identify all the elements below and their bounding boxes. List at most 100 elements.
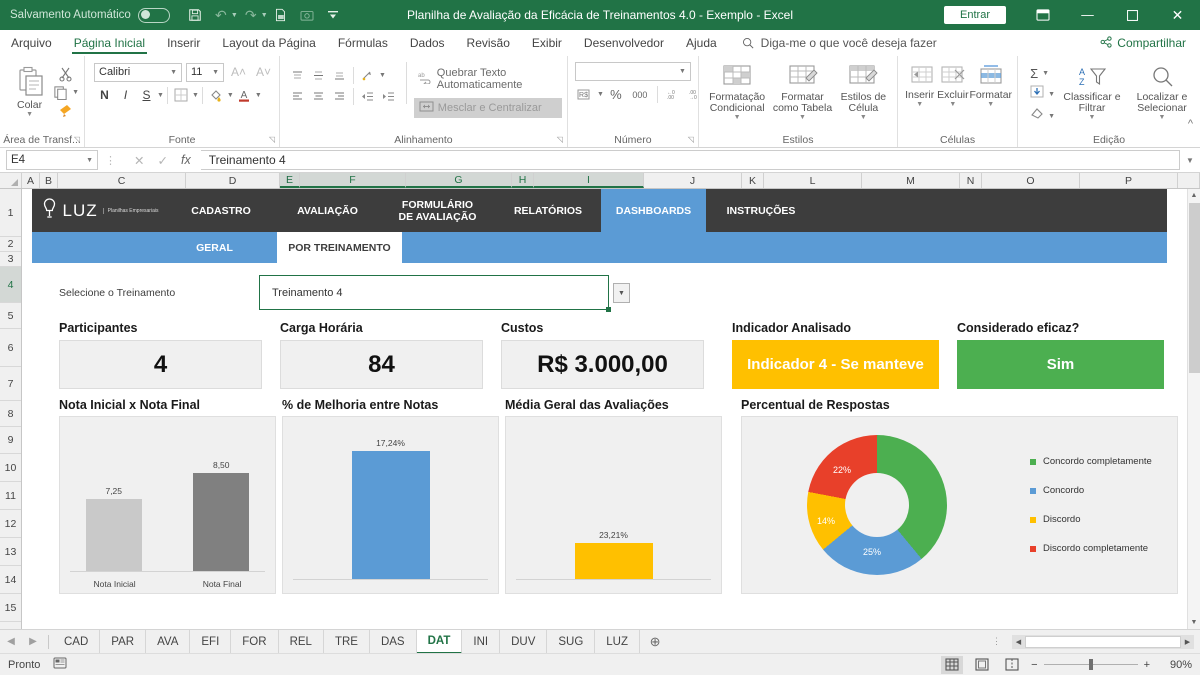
chart-percentual-de-respostas[interactable]: Percentual de Respostas 39% 25% 14% 22% bbox=[741, 398, 1178, 594]
collapse-ribbon-icon[interactable]: ^ bbox=[1188, 118, 1193, 130]
row-header-15[interactable]: 15 bbox=[0, 594, 21, 622]
page-layout-view-icon[interactable] bbox=[971, 656, 993, 674]
column-header-H[interactable]: H bbox=[512, 173, 534, 188]
borders-icon[interactable] bbox=[171, 85, 192, 105]
horizontal-scroll-thumb[interactable] bbox=[1025, 636, 1181, 648]
formula-input[interactable]: Treinamento 4 bbox=[201, 150, 1180, 170]
nav-item-formulario-de-avaliacao[interactable]: FORMULÁRIO DE AVALIAÇÃO bbox=[380, 189, 495, 232]
cancel-entry-icon[interactable]: ✕ bbox=[134, 153, 144, 168]
borders-chevron-down-icon[interactable]: ▼ bbox=[192, 92, 199, 99]
save-icon[interactable] bbox=[182, 3, 208, 27]
row-header-1[interactable]: 1 bbox=[0, 189, 21, 237]
orientation-chevron-down-icon[interactable]: ▼ bbox=[379, 72, 386, 79]
copy-icon[interactable] bbox=[53, 85, 68, 100]
sheet-tab-for[interactable]: FOR bbox=[231, 630, 278, 654]
align-center-icon[interactable] bbox=[308, 87, 328, 106]
sheet-tab-par[interactable]: PAR bbox=[100, 630, 146, 654]
select-all-corner[interactable] bbox=[0, 173, 22, 188]
column-header-L[interactable]: L bbox=[764, 173, 862, 188]
bold-button[interactable]: N bbox=[94, 85, 115, 105]
scroll-split-grip[interactable]: ⋮ bbox=[982, 636, 1012, 647]
paste-button[interactable]: Colar ▼ bbox=[8, 62, 51, 118]
training-selector-chevron-down-icon[interactable]: ▼ bbox=[613, 283, 630, 303]
font-color-icon[interactable]: A bbox=[234, 85, 255, 105]
sheet-tab-cad[interactable]: CAD bbox=[53, 630, 100, 654]
find-select-button[interactable]: Localizar e Selecionar ▼ bbox=[1129, 62, 1195, 121]
cell-styles-chevron-down-icon[interactable]: ▼ bbox=[860, 114, 867, 121]
align-middle-icon[interactable] bbox=[308, 66, 328, 85]
nav-item-dashboards[interactable]: DASHBOARDS bbox=[601, 189, 706, 232]
column-header-A[interactable]: A bbox=[22, 173, 40, 188]
insert-function-icon[interactable]: fx bbox=[181, 153, 191, 167]
macro-record-icon[interactable] bbox=[53, 657, 67, 672]
number-format-select[interactable]: ▼ bbox=[575, 62, 691, 81]
conditional-formatting-chevron-down-icon[interactable]: ▼ bbox=[734, 114, 741, 121]
ribbon-display-options-icon[interactable] bbox=[1020, 0, 1065, 30]
page-break-view-icon[interactable] bbox=[1001, 656, 1023, 674]
expand-formula-bar-icon[interactable]: ▼ bbox=[1182, 156, 1198, 165]
sheet-tab-ava[interactable]: AVA bbox=[146, 630, 190, 654]
format-cells-button[interactable]: Formatar ▼ bbox=[969, 60, 1012, 108]
ribbon-tab-revisao[interactable]: Revisão bbox=[456, 30, 521, 56]
alignment-dialog-launcher-icon[interactable]: ◹ bbox=[557, 135, 563, 144]
format-painter-icon[interactable] bbox=[53, 103, 79, 118]
row-header-8[interactable]: 8 bbox=[0, 401, 21, 427]
sheet-tab-tre[interactable]: TRE bbox=[324, 630, 370, 654]
row-header-12[interactable]: 12 bbox=[0, 510, 21, 538]
align-left-icon[interactable] bbox=[287, 87, 307, 106]
nav-item-instrucoes[interactable]: INSTRUÇÕES bbox=[706, 189, 816, 232]
subnav-item-por-treinamento[interactable]: POR TREINAMENTO bbox=[277, 232, 402, 263]
insert-cells-button[interactable]: Inserir ▼ bbox=[903, 60, 936, 108]
row-header-5[interactable]: 5 bbox=[0, 303, 21, 329]
training-selector-input[interactable]: Treinamento 4 ▼ bbox=[259, 275, 609, 310]
font-size-input[interactable]: 11 ▼ bbox=[186, 63, 224, 82]
subnav-item-geral[interactable]: GERAL bbox=[152, 232, 277, 263]
underline-chevron-down-icon[interactable]: ▼ bbox=[157, 92, 164, 99]
paste-chevron-down-icon[interactable]: ▼ bbox=[26, 111, 33, 118]
zoom-out-button[interactable]: − bbox=[1031, 659, 1037, 671]
font-name-input[interactable]: Calibri ▼ bbox=[94, 63, 182, 82]
number-dialog-launcher-icon[interactable]: ◹ bbox=[688, 135, 694, 144]
print-preview-icon[interactable] bbox=[268, 3, 294, 27]
row-header-2[interactable]: 2 bbox=[0, 237, 21, 252]
ribbon-tab-inserir[interactable]: Inserir bbox=[156, 30, 211, 56]
currency-format-icon[interactable]: R$ bbox=[575, 85, 595, 104]
add-sheet-icon[interactable]: ⊕ bbox=[640, 634, 670, 650]
fill-chevron-down-icon[interactable]: ▼ bbox=[1048, 91, 1055, 98]
ribbon-tab-desenvolvedor[interactable]: Desenvolvedor bbox=[573, 30, 675, 56]
row-header-11[interactable]: 11 bbox=[0, 482, 21, 510]
next-sheet-icon[interactable]: ▶ bbox=[22, 636, 44, 647]
row-header-10[interactable]: 10 bbox=[0, 454, 21, 482]
clear-chevron-down-icon[interactable]: ▼ bbox=[1048, 113, 1055, 120]
align-right-icon[interactable] bbox=[329, 87, 349, 106]
undo-chevron-down-icon[interactable]: ▼ bbox=[231, 12, 238, 19]
scroll-up-icon[interactable]: ▲ bbox=[1191, 189, 1198, 202]
nav-item-avaliacao[interactable]: AVALIAÇÃO bbox=[275, 189, 380, 232]
format-as-table-chevron-down-icon[interactable]: ▼ bbox=[799, 114, 806, 121]
fill-color-icon[interactable] bbox=[206, 85, 227, 105]
italic-button[interactable]: I bbox=[115, 85, 136, 105]
fill-color-chevron-down-icon[interactable]: ▼ bbox=[227, 92, 234, 99]
column-header-F[interactable]: F bbox=[300, 173, 406, 188]
scroll-right-icon[interactable]: ▶ bbox=[1181, 638, 1194, 646]
share-button[interactable]: Compartilhar bbox=[1100, 30, 1200, 56]
chart-nota-inicial-x-nota-final[interactable]: Nota Inicial x Nota Final 7,25 8,50 bbox=[59, 398, 276, 594]
zoom-thumb[interactable] bbox=[1089, 659, 1093, 670]
row-header-6[interactable]: 6 bbox=[0, 329, 21, 367]
sheet-tab-ini[interactable]: INI bbox=[462, 630, 500, 654]
nav-item-cadastro[interactable]: CADASTRO bbox=[167, 189, 275, 232]
ribbon-tab-dados[interactable]: Dados bbox=[399, 30, 456, 56]
vertical-scrollbar[interactable]: ▲ ▼ bbox=[1187, 189, 1200, 629]
increase-decimal-icon[interactable]: ←0.00 bbox=[663, 85, 683, 104]
decrease-font-size-icon[interactable]: A˅ bbox=[253, 62, 274, 82]
nav-item-relatorios[interactable]: RELATÓRIOS bbox=[495, 189, 601, 232]
row-header-7[interactable]: 7 bbox=[0, 367, 21, 401]
clear-icon[interactable] bbox=[1030, 107, 1044, 125]
format-chevron-down-icon[interactable]: ▼ bbox=[987, 101, 994, 108]
restore-icon[interactable] bbox=[1110, 0, 1155, 30]
minimize-icon[interactable]: — bbox=[1065, 0, 1110, 30]
confirm-entry-icon[interactable]: ✓ bbox=[157, 153, 167, 168]
vertical-scroll-thumb[interactable] bbox=[1189, 203, 1200, 373]
sheet-tab-rel[interactable]: REL bbox=[279, 630, 324, 654]
ribbon-tab-formulas[interactable]: Fórmulas bbox=[327, 30, 399, 56]
